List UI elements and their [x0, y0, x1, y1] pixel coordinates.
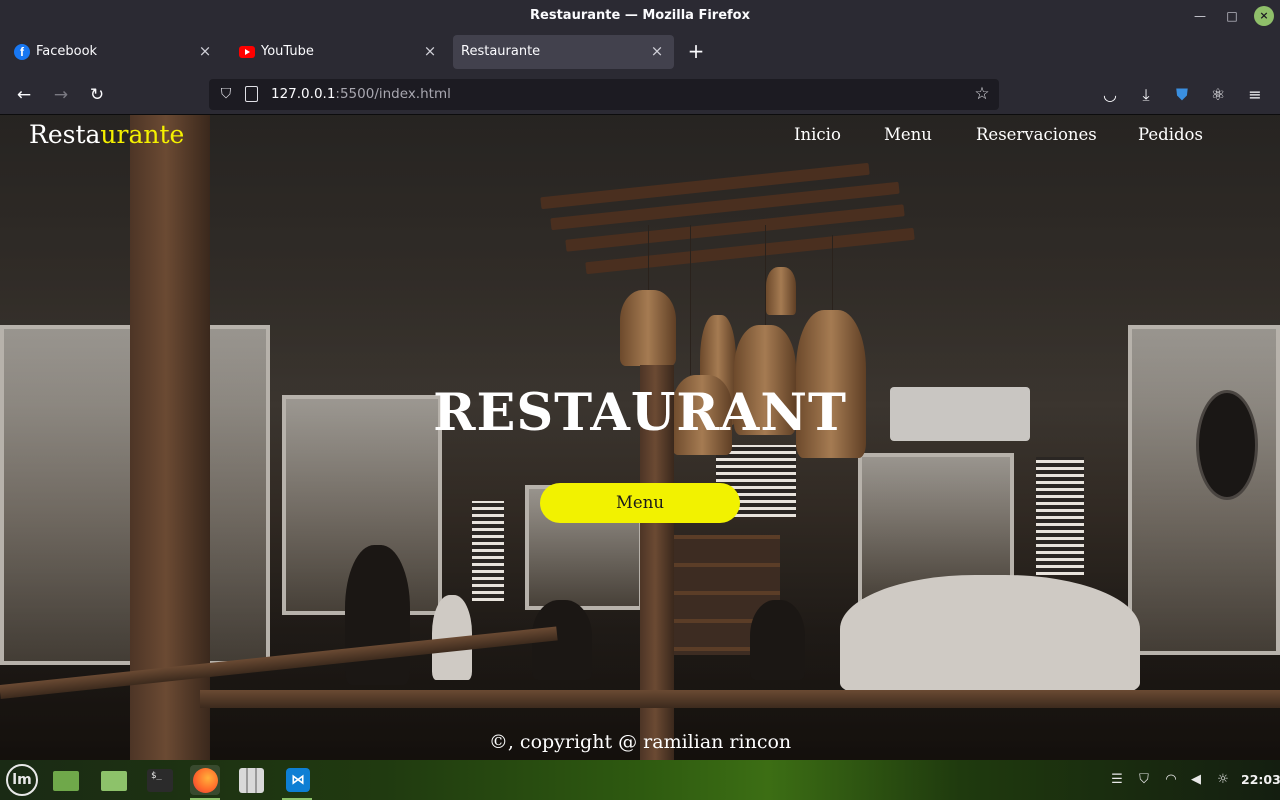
notes-tray-icon[interactable]: ☰: [1108, 771, 1126, 789]
wall-tapestry: [1036, 457, 1084, 575]
window-close-button[interactable]: ×: [1254, 6, 1274, 26]
background-window-far-right: [1128, 325, 1280, 655]
background-person: [750, 600, 805, 680]
wooden-railing: [200, 690, 1280, 708]
nav-link-menu[interactable]: Menu: [884, 125, 932, 144]
tab-strip: f Facebook × YouTube × Restaurante × +: [0, 32, 1280, 74]
tab-label: YouTube: [261, 44, 314, 59]
nav-link-reservaciones[interactable]: Reservaciones: [976, 125, 1097, 144]
facebook-icon: f: [14, 44, 30, 60]
url-path: :5500/index.html: [335, 86, 451, 102]
new-tab-button[interactable]: +: [684, 39, 708, 63]
tab-youtube[interactable]: YouTube ×: [229, 35, 447, 69]
firefox-icon[interactable]: [190, 765, 220, 800]
wall-tapestry: [472, 501, 504, 601]
url-host: 127.0.0.1: [271, 86, 336, 102]
window-title: Restaurante — Mozilla Firefox: [530, 8, 750, 23]
reload-button[interactable]: ↻: [84, 82, 110, 108]
wifi-icon[interactable]: ◠: [1162, 771, 1180, 789]
back-button[interactable]: ←: [11, 82, 37, 108]
restaurant-hero-page: Restaurante Inicio Menu Reservaciones Pe…: [0, 115, 1280, 760]
extension-atom-icon[interactable]: ⚛: [1205, 82, 1231, 108]
clock[interactable]: 22:03: [1241, 772, 1280, 787]
vscode-icon[interactable]: ⋈: [282, 765, 312, 800]
bookmark-star-icon[interactable]: ☆: [971, 83, 993, 105]
forward-button[interactable]: →: [48, 82, 74, 108]
taskbar: lm $_ ⋈ ☰ ⛉ ◠ ◀ ☼ 22:03: [0, 760, 1280, 800]
tab-close-icon[interactable]: ×: [196, 42, 214, 60]
tab-label: Restaurante: [461, 44, 541, 59]
pendant-lamp: [766, 267, 796, 315]
youtube-icon: [239, 46, 255, 58]
download-icon[interactable]: ⤓: [1133, 82, 1159, 108]
hero-title: RESTAURANT: [433, 383, 847, 443]
tracking-protection-icon[interactable]: ⛉: [218, 86, 234, 102]
tab-close-icon[interactable]: ×: [421, 42, 439, 60]
shield-tray-icon[interactable]: ⛉: [1135, 771, 1153, 789]
nav-link-inicio[interactable]: Inicio: [794, 125, 841, 144]
tab-label: Facebook: [36, 44, 98, 59]
site-logo-accent: urante: [100, 120, 185, 149]
volume-icon[interactable]: ◀: [1187, 771, 1205, 789]
nav-toolbar: ← → ↻ ⛉ 127.0.0.1:5500/index.html ☆ ◡ ⤓ …: [0, 74, 1280, 115]
show-desktop-icon[interactable]: [50, 765, 80, 795]
url-text[interactable]: 127.0.0.1:5500/index.html: [271, 86, 451, 102]
app-menu-icon[interactable]: ≡: [1242, 82, 1268, 108]
footer-copyright: ©, copyright @ ramilian rincon: [488, 731, 792, 753]
window-titlebar: Restaurante — Mozilla Firefox — □ ×: [0, 0, 1280, 32]
terminal-icon[interactable]: $_: [144, 765, 174, 795]
pendant-lamp: [620, 290, 676, 366]
url-bar[interactable]: ⛉ 127.0.0.1:5500/index.html ☆: [209, 79, 999, 110]
mint-menu-icon[interactable]: lm: [6, 764, 38, 796]
ceiling-slats: [540, 150, 915, 280]
extension-shield-icon[interactable]: ⛊: [1169, 82, 1195, 108]
calculator-icon[interactable]: [236, 765, 266, 795]
site-logo[interactable]: Restaurante: [29, 120, 184, 149]
tab-facebook[interactable]: f Facebook ×: [4, 35, 222, 69]
tab-restaurante[interactable]: Restaurante ×: [453, 35, 674, 69]
background-person: [345, 545, 410, 685]
screen: Restaurante — Mozilla Firefox — □ × f Fa…: [0, 0, 1280, 800]
minimize-button[interactable]: —: [1190, 6, 1210, 26]
site-logo-main: Resta: [29, 120, 101, 149]
hero-menu-button[interactable]: Menu: [540, 483, 740, 523]
maximize-button[interactable]: □: [1222, 6, 1242, 26]
page-info-icon[interactable]: [245, 86, 258, 102]
tab-close-icon[interactable]: ×: [648, 42, 666, 60]
brightness-icon[interactable]: ☼: [1214, 771, 1232, 789]
file-manager-icon[interactable]: [98, 765, 128, 795]
pocket-icon[interactable]: ◡: [1097, 82, 1123, 108]
nav-link-pedidos[interactable]: Pedidos: [1138, 125, 1203, 144]
background-diners: [840, 575, 1140, 695]
